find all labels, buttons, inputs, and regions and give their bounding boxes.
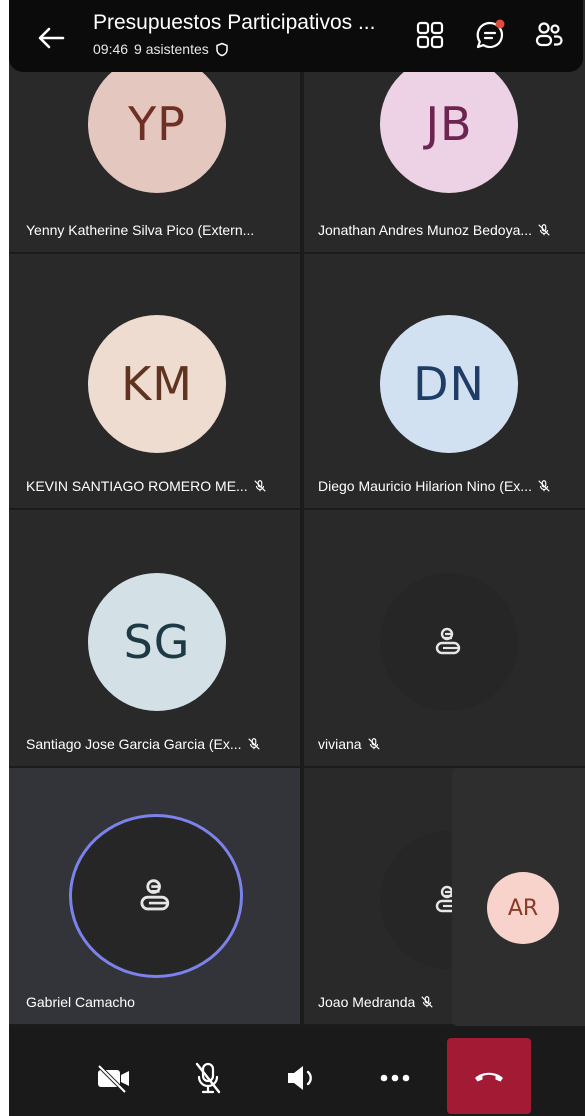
meeting-subtitle: 09:46 9 asistentes [93,41,229,57]
participant-name: Yenny Katherine Silva Pico (Extern... [26,222,255,238]
self-avatar: AR [487,872,559,944]
mic-button[interactable] [188,1058,228,1098]
people-icon[interactable] [532,18,566,52]
speaker-icon [288,1066,312,1090]
default-person-icon [140,879,170,911]
arrow-left-icon[interactable] [33,20,69,56]
notification-dot [495,19,505,29]
camera-button[interactable] [94,1058,134,1098]
shield-icon [216,42,228,56]
participant-name: Diego Mauricio Hilarion Nino (Ex... [318,478,532,494]
hangup-icon [475,1072,503,1082]
mic-off-icon [247,738,260,750]
participant-tile-speaking[interactable]: Gabriel Camacho [9,768,300,1024]
grid-icon[interactable] [413,18,447,52]
participant-avatar: JB [380,55,518,193]
participant-name: Jonathan Andres Munoz Bedoya... [318,222,533,238]
mic-off-icon [538,224,550,236]
participant-name: viviana [318,736,362,752]
mic-off-icon [254,480,266,492]
camera-off-icon [97,1064,129,1093]
attendee-count: 9 asistentes [134,41,209,57]
chat-icon[interactable] [473,18,507,52]
self-view-tile[interactable]: AR [452,768,585,1026]
participant-name: Joao Medranda [318,994,416,1010]
participant-tile[interactable]: viviana [304,510,585,766]
participant-avatar: YP [88,55,226,193]
mic-off-icon [421,996,433,1008]
end-call-button[interactable] [447,1038,531,1114]
meeting-header: Presupuestos Participativos ... 09:46 9 … [9,0,583,72]
participant-tile[interactable]: KM KEVIN SANTIAGO ROMERO ME... [9,254,300,508]
more-button[interactable] [375,1058,415,1098]
mic-off-icon [367,738,380,750]
meeting-screen: YP Yenny Katherine Silva Pico (Extern...… [9,0,585,1116]
participant-avatar: SG [88,573,226,711]
participant-tile[interactable]: DN Diego Mauricio Hilarion Nino (Ex... [304,254,585,508]
participant-tile[interactable]: SG Santiago Jose Garcia Garcia (Ex... [9,510,300,766]
participant-avatar: DN [380,315,518,453]
meeting-time: 09:46 [93,41,129,57]
mic-off-icon [538,480,550,492]
participant-avatar: KM [88,315,226,453]
participant-name: KEVIN SANTIAGO ROMERO ME... [26,478,248,494]
speaking-ring [69,814,243,978]
meeting-title[interactable]: Presupuestos Participativos ... [93,11,375,35]
participant-avatar [380,573,518,711]
speaker-button[interactable] [282,1058,322,1098]
default-person-icon [435,627,461,655]
mic-off-icon [195,1062,221,1094]
more-icon [380,1074,410,1082]
participant-name: Gabriel Camacho [26,994,135,1010]
participant-name: Santiago Jose Garcia Garcia (Ex... [26,736,242,752]
